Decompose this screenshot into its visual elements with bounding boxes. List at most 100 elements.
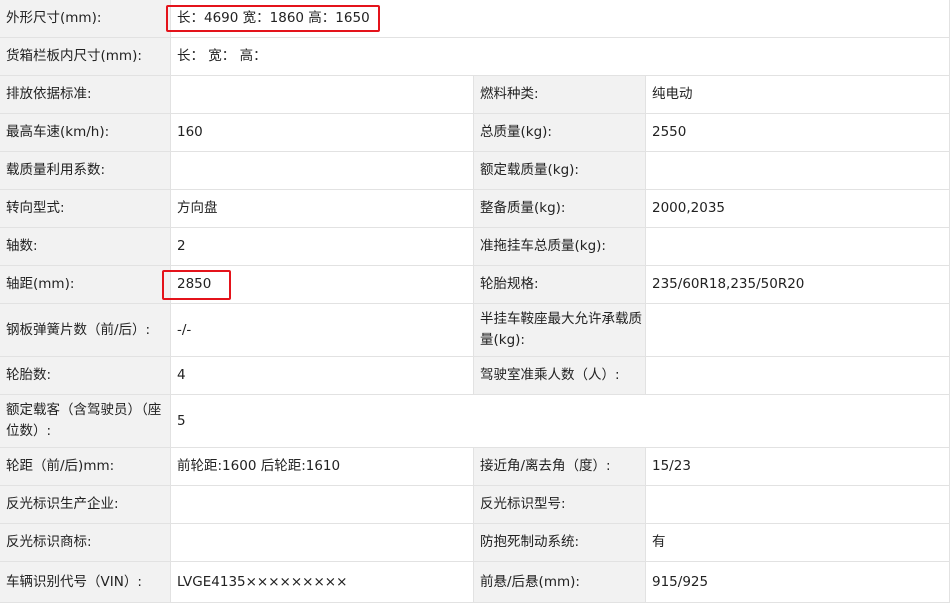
- field-label: 轮胎数:: [0, 357, 171, 395]
- field-value-text: 方向盘: [177, 200, 218, 216]
- field-value: [646, 357, 950, 395]
- field-value: 长： 宽： 高：: [171, 38, 950, 76]
- field-value: [171, 486, 474, 524]
- field-value: [646, 228, 950, 266]
- field-value: [171, 524, 474, 562]
- field-value: 2850: [171, 266, 474, 304]
- field-value: [171, 152, 474, 190]
- field-label-text: 车辆识别代号（VIN）:: [6, 573, 142, 590]
- field-label-text: 接近角/离去角（度）:: [480, 458, 611, 474]
- field-label: 防抱死制动系统:: [474, 524, 646, 562]
- field-value: 160: [171, 114, 474, 152]
- field-value: [646, 304, 950, 357]
- field-value: 2550: [646, 114, 950, 152]
- field-label-text: 额定载质量(kg):: [480, 162, 579, 178]
- field-value: 235/60R18,235/50R20: [646, 266, 950, 304]
- field-label-text: 准拖挂车总质量(kg):: [480, 238, 606, 254]
- field-label-text: 钢板弹簧片数（前/后）:: [6, 321, 151, 338]
- field-label-text: 轴距(mm):: [6, 276, 75, 292]
- field-label: 驾驶室准乘人数（人）:: [474, 357, 646, 395]
- field-value-text: 长：4690 宽：1860 高：1650: [177, 10, 370, 26]
- field-label: 反光标识型号:: [474, 486, 646, 524]
- field-label-text: 排放依据标准:: [6, 86, 92, 102]
- field-value-text: 长： 宽： 高：: [177, 48, 267, 64]
- field-value: 2000,2035: [646, 190, 950, 228]
- field-value: 4: [171, 357, 474, 395]
- field-label: 外形尺寸(mm):: [0, 0, 171, 38]
- field-value: 方向盘: [171, 190, 474, 228]
- field-value: 915/925: [646, 562, 950, 603]
- field-label-text: 轮距（前/后)mm:: [6, 458, 115, 474]
- field-value-text: 2000,2035: [652, 200, 726, 216]
- field-value: [646, 486, 950, 524]
- field-label-text: 半挂车鞍座最大允许承载质量(kg):: [480, 311, 642, 348]
- field-label-text: 载质量利用系数:: [6, 162, 106, 178]
- field-label: 半挂车鞍座最大允许承载质量(kg):: [474, 304, 646, 357]
- field-label-text: 驾驶室准乘人数（人）:: [480, 367, 620, 383]
- field-value-text: 2: [177, 238, 186, 254]
- field-value: [171, 76, 474, 114]
- field-value: 2: [171, 228, 474, 266]
- field-value-text: 纯电动: [652, 86, 693, 102]
- field-label-text: 前悬/后悬(mm):: [480, 573, 580, 590]
- field-value-text: 前轮距:1600 后轮距:1610: [177, 458, 341, 474]
- field-label-text: 货箱栏板内尺寸(mm):: [6, 48, 142, 64]
- field-label: 轴数:: [0, 228, 171, 266]
- field-value-text: 2850: [177, 276, 212, 292]
- field-label: 接近角/离去角（度）:: [474, 448, 646, 486]
- field-label-text: 整备质量(kg):: [480, 200, 566, 216]
- field-value-text: 4: [177, 367, 186, 383]
- field-value-text: 915/925: [652, 573, 709, 590]
- field-value-text: 235/60R18,235/50R20: [652, 276, 805, 292]
- field-label-text: 反光标识型号:: [480, 496, 566, 512]
- field-label-text: 反光标识商标:: [6, 534, 92, 550]
- field-label: 载质量利用系数:: [0, 152, 171, 190]
- field-label: 车辆识别代号（VIN）:: [0, 562, 171, 603]
- field-label-text: 最高车速(km/h):: [6, 124, 110, 140]
- field-value: 纯电动: [646, 76, 950, 114]
- field-value: 5: [171, 395, 950, 448]
- field-label-text: 转向型式:: [6, 200, 65, 216]
- field-value-text: 5: [177, 412, 186, 429]
- field-label: 额定载客（含驾驶员）（座位数）:: [0, 395, 171, 448]
- field-label-text: 反光标识生产企业:: [6, 496, 119, 512]
- field-label-text: 轮胎规格:: [480, 276, 539, 292]
- vehicle-spec-table: 外形尺寸(mm): 长：4690 宽：1860 高：1650 货箱栏板内尺寸(mm)…: [0, 0, 950, 603]
- field-value: [646, 152, 950, 190]
- field-label: 钢板弹簧片数（前/后）:: [0, 304, 171, 357]
- field-label: 最高车速(km/h):: [0, 114, 171, 152]
- field-label: 燃料种类:: [474, 76, 646, 114]
- field-label: 轴距(mm):: [0, 266, 171, 304]
- field-label: 轮胎规格:: [474, 266, 646, 304]
- field-label: 额定载质量(kg):: [474, 152, 646, 190]
- field-value-text: -/-: [177, 321, 192, 338]
- field-label-text: 总质量(kg):: [480, 124, 552, 140]
- field-label-text: 轮胎数:: [6, 367, 52, 383]
- field-label: 转向型式:: [0, 190, 171, 228]
- field-value-text: 15/23: [652, 458, 691, 474]
- field-value-text: LVGE4135×××××××××: [177, 573, 348, 590]
- field-value: LVGE4135×××××××××: [171, 562, 474, 603]
- field-label: 反光标识商标:: [0, 524, 171, 562]
- field-value-text: 2550: [652, 124, 687, 140]
- field-label: 排放依据标准:: [0, 76, 171, 114]
- field-label-text: 额定载客（含驾驶员）（座位数）:: [6, 402, 162, 439]
- field-label-text: 燃料种类:: [480, 86, 539, 102]
- field-label: 货箱栏板内尺寸(mm):: [0, 38, 171, 76]
- field-value: 有: [646, 524, 950, 562]
- field-label: 前悬/后悬(mm):: [474, 562, 646, 603]
- field-label: 整备质量(kg):: [474, 190, 646, 228]
- field-label-text: 防抱死制动系统:: [480, 534, 580, 550]
- field-label: 总质量(kg):: [474, 114, 646, 152]
- field-label-text: 轴数:: [6, 238, 38, 254]
- field-label: 准拖挂车总质量(kg):: [474, 228, 646, 266]
- field-value: 长：4690 宽：1860 高：1650: [171, 0, 950, 38]
- field-value: 15/23: [646, 448, 950, 486]
- field-value-text: 160: [177, 124, 203, 140]
- field-label-text: 外形尺寸(mm):: [6, 10, 102, 26]
- field-value: -/-: [171, 304, 474, 357]
- field-label: 反光标识生产企业:: [0, 486, 171, 524]
- field-label: 轮距（前/后)mm:: [0, 448, 171, 486]
- field-value: 前轮距:1600 后轮距:1610: [171, 448, 474, 486]
- field-value-text: 有: [652, 534, 666, 550]
